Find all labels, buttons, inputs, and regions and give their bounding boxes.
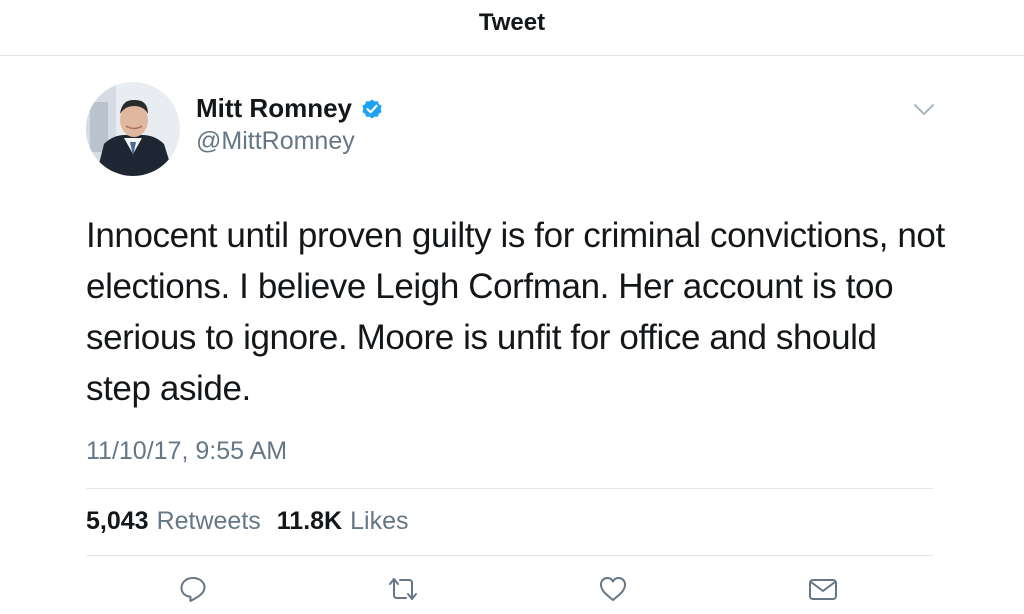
- like-icon: [600, 577, 626, 601]
- avatar-photo: [86, 82, 180, 176]
- chevron-down-icon[interactable]: [913, 103, 935, 117]
- likes-label[interactable]: Likes: [350, 507, 408, 536]
- divider: [86, 488, 933, 489]
- author-handle[interactable]: @MittRomney: [196, 127, 355, 156]
- tweet-detail-page: Tweet Mitt Romney @MittRomney Innocent u…: [0, 0, 1024, 614]
- top-bar: Tweet: [0, 0, 1024, 56]
- direct-message-icon: [809, 579, 837, 600]
- tweet-timestamp[interactable]: 11/10/17, 9:55 AM: [86, 437, 287, 466]
- tweet-stats: 5,043 Retweets 11.8K Likes: [86, 507, 425, 536]
- author-display-name[interactable]: Mitt Romney: [196, 93, 352, 124]
- divider: [86, 555, 933, 556]
- direct-message-button[interactable]: [806, 572, 840, 606]
- reply-icon: [180, 577, 206, 602]
- reply-button[interactable]: [176, 572, 210, 606]
- verified-badge-icon: [360, 97, 384, 121]
- avatar[interactable]: [86, 82, 180, 176]
- likes-count[interactable]: 11.8K: [277, 507, 342, 536]
- author-name-row[interactable]: Mitt Romney: [196, 93, 384, 124]
- retweets-count[interactable]: 5,043: [86, 507, 149, 536]
- like-button[interactable]: [596, 572, 630, 606]
- page-title: Tweet: [478, 8, 546, 36]
- retweets-label[interactable]: Retweets: [157, 507, 261, 536]
- retweet-icon: [389, 578, 417, 600]
- retweet-button[interactable]: [386, 572, 420, 606]
- tweet-text: Innocent until proven guilty is for crim…: [86, 216, 945, 408]
